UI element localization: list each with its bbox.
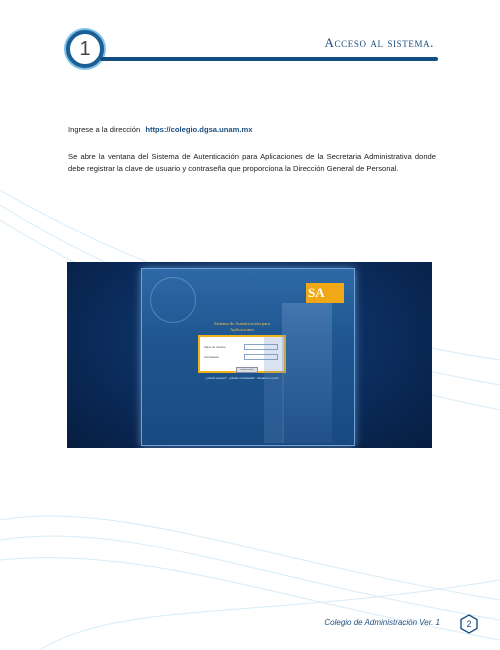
header-divider bbox=[100, 57, 438, 61]
intro-text: Ingrese a la dirección bbox=[68, 125, 141, 134]
page-number: 2 bbox=[466, 619, 472, 629]
unam-seal-icon bbox=[150, 277, 196, 323]
description-paragraph: Se abre la ventana del Sistema de Autent… bbox=[68, 152, 436, 173]
building-illustration bbox=[264, 303, 332, 443]
login-button[interactable]: Iniciar sesión bbox=[236, 367, 258, 373]
step-number: 1 bbox=[79, 37, 91, 60]
intro-paragraph: Ingrese a la dirección https://colegio.d… bbox=[68, 124, 436, 136]
url-link[interactable]: https://colegio.dgsa.unam.mx bbox=[145, 125, 252, 134]
login-title: Sistema de Autenticación para Aplicacion… bbox=[214, 321, 270, 332]
login-screenshot: SA Sistema de Autenticación para Aplicac… bbox=[67, 262, 432, 448]
login-window: SA Sistema de Autenticación para Aplicac… bbox=[141, 268, 355, 446]
password-label: Contraseña: bbox=[204, 355, 220, 359]
sa-logo: SA bbox=[306, 283, 344, 303]
section-title: Acceso al sistema. bbox=[324, 35, 434, 50]
step-number-badge: 1 bbox=[66, 30, 104, 68]
footer-doc-title: Colegio de Administración Ver. 1 bbox=[324, 618, 440, 627]
user-label: Clave de Usuario: bbox=[204, 345, 227, 349]
